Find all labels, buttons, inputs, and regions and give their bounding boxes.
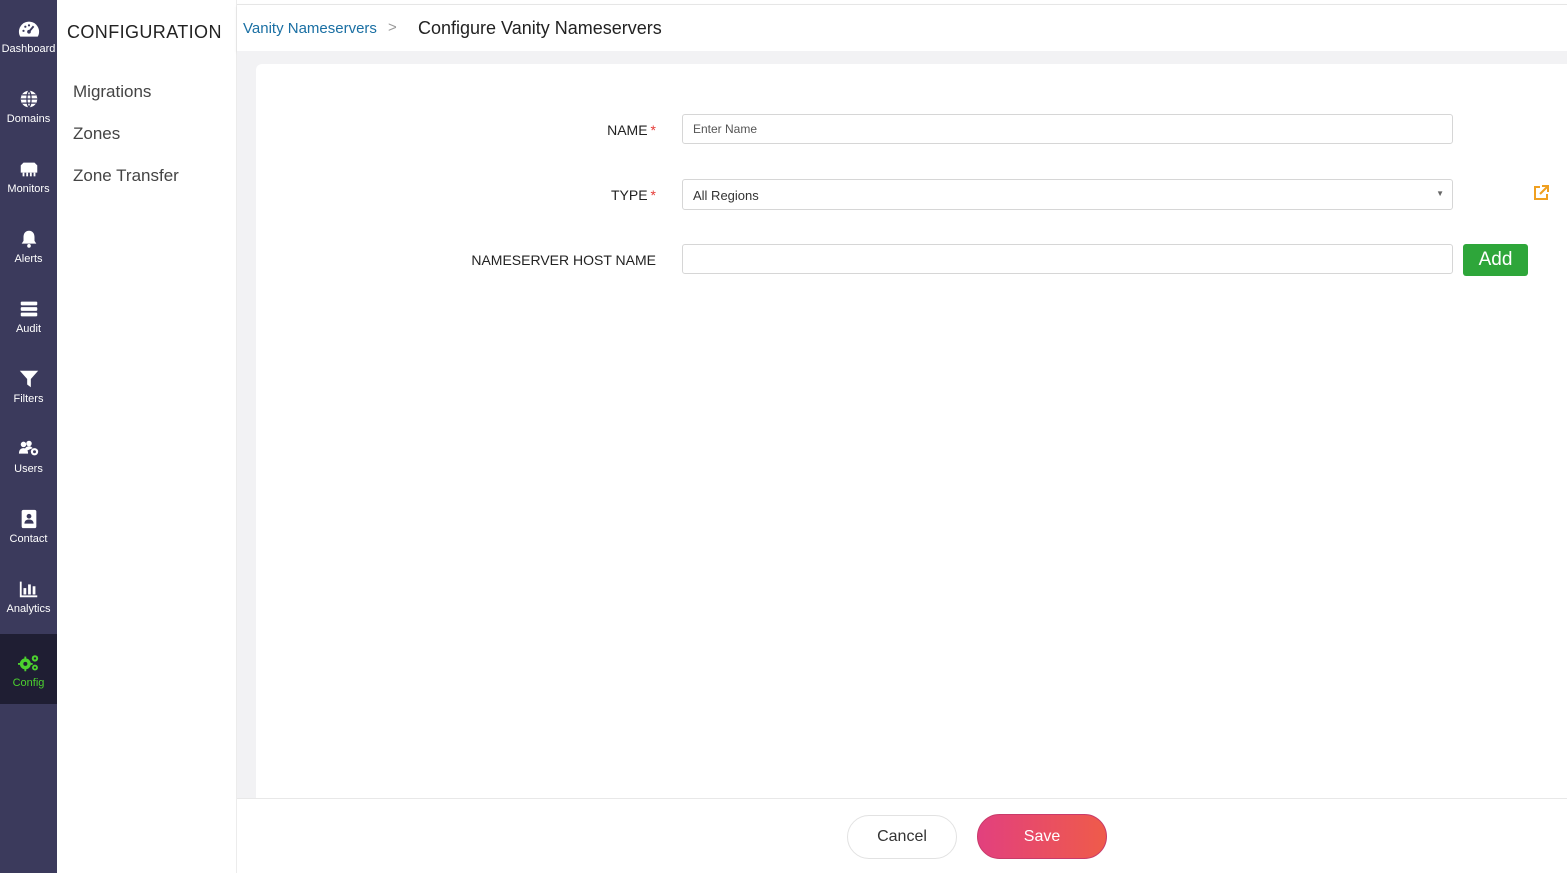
cogs-icon <box>17 655 38 672</box>
rail-label: Dashboard <box>1 43 56 55</box>
bar-chart-icon <box>19 581 37 598</box>
bell-icon <box>21 230 36 248</box>
rail-item-config[interactable]: Config <box>0 634 57 704</box>
type-label: TYPE * <box>611 187 656 203</box>
name-label-text: NAME <box>607 122 648 138</box>
list-icon <box>20 301 37 317</box>
required-mark: * <box>650 187 656 203</box>
rail-label: Users <box>14 463 43 475</box>
caret-down-icon: ▼ <box>1436 189 1444 198</box>
rail-label: Analytics <box>6 603 51 615</box>
rail-item-domains[interactable]: Domains <box>0 70 57 140</box>
name-label: NAME * <box>607 122 656 138</box>
form-card <box>256 64 1567 798</box>
network-icon <box>20 162 37 177</box>
subnav-item-zones[interactable]: Zones <box>73 124 120 144</box>
rail-label: Monitors <box>7 183 50 195</box>
host-name-label: NAMESERVER HOST NAME <box>471 252 656 268</box>
required-mark: * <box>650 122 656 138</box>
funnel-icon <box>19 370 38 388</box>
host-name-input[interactable] <box>682 244 1453 274</box>
globe-icon <box>20 90 37 108</box>
contact-icon <box>21 509 36 529</box>
rail-label: Alerts <box>14 253 43 265</box>
rail-label: Audit <box>15 323 42 335</box>
rail-item-users[interactable]: Users <box>0 420 57 490</box>
add-button[interactable]: Add <box>1463 244 1528 276</box>
type-label-text: TYPE <box>610 187 648 203</box>
dashboard-icon <box>18 21 39 37</box>
rail-item-analytics[interactable]: Analytics <box>0 560 57 630</box>
breadcrumb-parent-link[interactable]: Vanity Nameservers <box>243 20 377 37</box>
users-gear-icon <box>18 440 38 456</box>
subnav-item-migrations[interactable]: Migrations <box>73 82 151 102</box>
rail-item-audit[interactable]: Audit <box>0 280 57 350</box>
rail-item-contact[interactable]: Contact <box>0 490 57 560</box>
type-select[interactable]: All Regions ▼ <box>682 179 1453 210</box>
rail-label: Domains <box>6 113 51 125</box>
icon-rail: Dashboard Domains Monitors Alerts Audit … <box>0 0 57 873</box>
rail-item-filters[interactable]: Filters <box>0 350 57 420</box>
rail-item-monitors[interactable]: Monitors <box>0 140 57 210</box>
page-title: Configure Vanity Nameservers <box>418 18 662 38</box>
breadcrumb-separator: > <box>388 19 397 36</box>
rail-item-alerts[interactable]: Alerts <box>0 210 57 280</box>
subnav-title: CONFIGURATION <box>67 22 222 42</box>
rail-label: Filters <box>13 393 44 405</box>
cancel-button[interactable]: Cancel <box>847 815 957 859</box>
rail-label: Config <box>12 677 45 689</box>
external-link-icon[interactable] <box>1532 184 1550 202</box>
name-input[interactable] <box>682 114 1453 144</box>
type-selected-value: All Regions <box>693 188 759 203</box>
save-button[interactable]: Save <box>977 814 1107 859</box>
rail-item-dashboard[interactable]: Dashboard <box>0 0 57 70</box>
config-subnav: CONFIGURATION Migrations Zones Zone Tran… <box>57 0 237 873</box>
rail-label: Contact <box>9 533 48 545</box>
breadcrumb: Vanity Nameservers > Configure Vanity Na… <box>237 4 1567 51</box>
subnav-item-zone-transfer[interactable]: Zone Transfer <box>73 166 179 186</box>
